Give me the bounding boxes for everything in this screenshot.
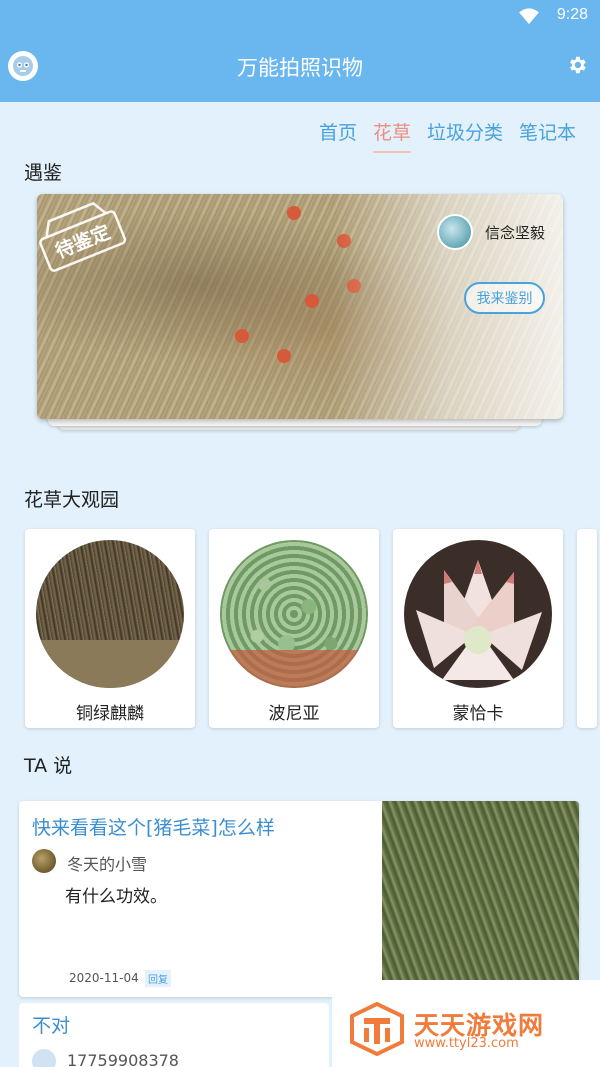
avatar[interactable] bbox=[32, 1049, 56, 1067]
post-user-name: 17759908378 bbox=[67, 1051, 179, 1067]
tab-garbage[interactable]: 垃圾分类 bbox=[427, 118, 503, 153]
post-user-name: 冬天的小雪 bbox=[67, 855, 148, 874]
plant-card[interactable]: 蒙恰卡 bbox=[393, 529, 563, 728]
post-body: 有什么功效。 bbox=[65, 887, 167, 907]
plant-name: 铜绿麒麟 bbox=[76, 704, 144, 724]
stamp-text: 待鉴定 bbox=[52, 220, 113, 263]
berry bbox=[305, 294, 319, 308]
plant-name: 蒙恰卡 bbox=[452, 704, 504, 724]
plant-image bbox=[404, 540, 552, 688]
pending-stamp: 待鉴定 bbox=[39, 202, 127, 272]
post-image[interactable] bbox=[382, 801, 579, 982]
plant-card[interactable]: 铜绿麒麟 bbox=[25, 529, 195, 728]
tab-notebook[interactable]: 笔记本 bbox=[519, 118, 576, 153]
plant-image bbox=[36, 540, 184, 688]
plant-image bbox=[220, 540, 368, 688]
section-title-ta-say: TA 说 bbox=[24, 755, 73, 777]
app-bar: 万能拍照识物 bbox=[0, 32, 600, 102]
app-title: 万能拍照识物 bbox=[237, 56, 363, 80]
post-title[interactable]: 快来看看这个[猪毛菜]怎么样 bbox=[32, 813, 275, 840]
avatar[interactable] bbox=[437, 214, 473, 250]
succulent-illustration bbox=[416, 560, 542, 680]
status-time: 9:28 bbox=[556, 6, 588, 23]
tab-home[interactable]: 首页 bbox=[319, 118, 357, 153]
section-title-meet: 遇鉴 bbox=[24, 162, 63, 184]
identify-card[interactable]: 待鉴定 信念坚毅 我来鉴别 bbox=[37, 194, 563, 419]
berry bbox=[235, 329, 249, 343]
gear-icon[interactable] bbox=[566, 54, 588, 76]
watermark-url: www.ttyl23.com bbox=[414, 1036, 519, 1051]
plant-name: 波尼亚 bbox=[268, 704, 320, 724]
top-tabs: 首页 花草 垃圾分类 笔记本 bbox=[319, 118, 576, 153]
user-name: 信念坚毅 bbox=[485, 224, 546, 242]
post-title[interactable]: 不对 bbox=[32, 1011, 70, 1038]
watermark-logo-icon bbox=[350, 1002, 404, 1056]
plant-card[interactable]: 波尼亚 bbox=[209, 529, 379, 728]
identify-button[interactable]: 我来鉴别 bbox=[464, 282, 545, 314]
berry bbox=[277, 349, 291, 363]
wifi-icon bbox=[519, 8, 539, 25]
post-card[interactable]: 不对 17759908378 bbox=[19, 1003, 329, 1067]
watermark: 天天游戏网 www.ttyl23.com bbox=[332, 980, 600, 1067]
plant-card[interactable] bbox=[577, 529, 597, 728]
berry bbox=[287, 206, 301, 220]
post-date: 2020-11-04 bbox=[69, 971, 139, 985]
tab-flowers[interactable]: 花草 bbox=[372, 118, 411, 153]
avatar[interactable] bbox=[32, 849, 56, 873]
post-card[interactable]: 快来看看这个[猪毛菜]怎么样 冬天的小雪 有什么功效。 2020-11-04 回… bbox=[19, 801, 579, 997]
reply-button[interactable]: 回复 bbox=[145, 970, 171, 987]
section-title-garden: 花草大观园 bbox=[24, 489, 120, 511]
status-bar: 9:28 bbox=[0, 0, 600, 32]
